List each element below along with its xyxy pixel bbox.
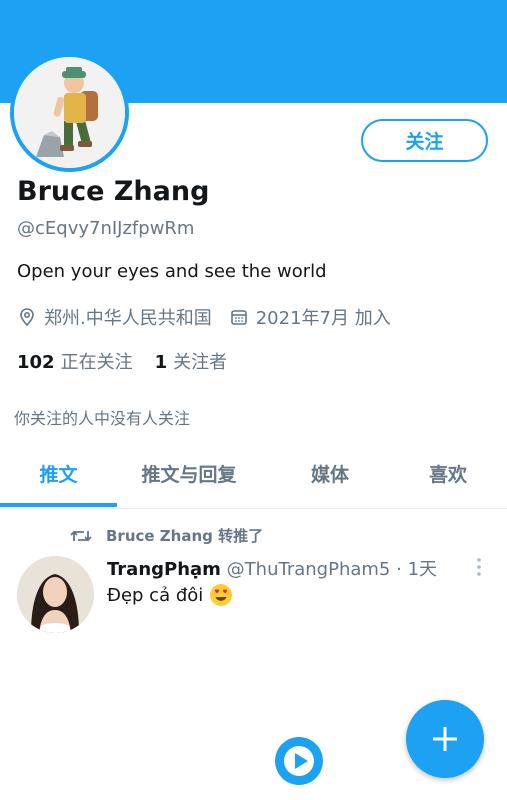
tweet-body: Đẹp cả đôi (107, 583, 233, 607)
tab-media[interactable]: 媒体 (261, 460, 399, 487)
following-label: 正在关注 (60, 352, 133, 373)
profile-bio: Open your eyes and see the world (17, 261, 327, 282)
more-vertical-icon[interactable] (475, 557, 483, 577)
profile-tabs: 推文 推文与回复 媒体 喜欢 (0, 448, 507, 509)
hiker-illustration (14, 57, 125, 168)
following-link[interactable]: 102 正在关注 (17, 348, 133, 374)
retweeted-by-text: Bruce Zhang 转推了 (106, 527, 264, 545)
profile-location: 郑州.中华人民共和国 (44, 308, 212, 329)
tab-tweets[interactable]: 推文 (0, 460, 117, 487)
compose-tweet-button[interactable] (406, 700, 484, 778)
calendar-icon (230, 310, 247, 325)
tweet-author-handle[interactable]: @ThuTrangPham5 (227, 559, 391, 580)
tab-likes[interactable]: 喜欢 (399, 460, 497, 487)
retweet-icon (70, 530, 92, 541)
profile-joined-date: 2021年7月 加入 (255, 308, 391, 329)
tweet-time: · 1天 (396, 559, 438, 580)
author-photo (17, 556, 94, 633)
follow-button[interactable]: 关注 (361, 119, 488, 162)
profile-name: Bruce Zhang (17, 176, 210, 207)
tweet-author-name[interactable]: TrangPhạm (107, 559, 221, 580)
tweet-text: Đẹp cả đôi (107, 584, 204, 606)
tab-tweets-and-replies[interactable]: 推文与回复 (117, 460, 261, 487)
heart-eyes-emoji-icon (210, 584, 233, 606)
location-pin-icon (20, 308, 34, 327)
profile-meta: 郑州.中华人民共和国 2021年7月 加入 (17, 304, 391, 330)
profile-handle: @cEqvy7nIJzfpwRm (17, 218, 195, 239)
followers-count: 1 (154, 352, 168, 373)
tweet-author-avatar[interactable] (17, 556, 94, 633)
followers-link[interactable]: 1 关注者 (155, 348, 228, 374)
followed-by-note: 你关注的人中没有人关注 (14, 409, 191, 428)
active-tab-indicator (0, 503, 117, 507)
plus-icon (433, 727, 457, 751)
following-count: 102 (17, 352, 55, 373)
profile-avatar[interactable] (10, 53, 129, 172)
play-button[interactable] (275, 737, 323, 785)
follow-counts: 102 正在关注 1 关注者 (17, 348, 227, 374)
tweet-header: TrangPhạm @ThuTrangPham5 · 1天 (107, 555, 437, 581)
retweet-context[interactable]: Bruce Zhang 转推了 (70, 525, 263, 546)
followers-label: 关注者 (173, 352, 228, 373)
play-icon (284, 746, 314, 776)
